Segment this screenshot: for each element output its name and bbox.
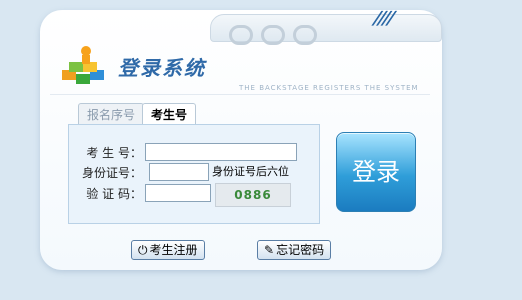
examinee-number-input[interactable] <box>145 143 297 161</box>
register-button[interactable]: ⏻ 考生注册 <box>131 240 205 260</box>
forgot-password-label: 忘记密码 <box>276 243 325 257</box>
tab-examinee-number[interactable]: 考生号 <box>142 103 197 126</box>
login-button[interactable]: 登录 <box>336 132 416 212</box>
page-subtitle: THE BACKSTAGE REGISTERS THE SYSTEM <box>239 84 419 92</box>
page-title: 登录系统 <box>118 56 206 80</box>
captcha-input[interactable] <box>145 184 211 202</box>
binder-ring-icon <box>293 25 317 45</box>
binder-ring-icon <box>261 25 285 45</box>
header-decoration <box>210 14 442 45</box>
captcha-image[interactable]: 0886 <box>215 183 291 207</box>
tab-registration-number[interactable]: 报名序号 <box>78 103 145 126</box>
examinee-number-label: 考 生 号： <box>86 146 142 160</box>
binder-ring-icon <box>229 25 253 45</box>
id-number-input[interactable] <box>149 163 209 181</box>
id-number-label: 身份证号： <box>81 166 142 180</box>
edit-icon: ✎ <box>264 243 275 257</box>
power-icon: ⏻ <box>138 243 148 257</box>
id-number-hint: 身份证号后六位 <box>212 165 289 178</box>
forgot-password-button[interactable]: ✎ 忘记密码 <box>257 240 332 260</box>
captcha-label: 验 证 码： <box>86 187 142 201</box>
register-button-label: 考生注册 <box>149 243 198 257</box>
cube-logo-icon <box>62 46 104 84</box>
divider <box>50 94 430 95</box>
